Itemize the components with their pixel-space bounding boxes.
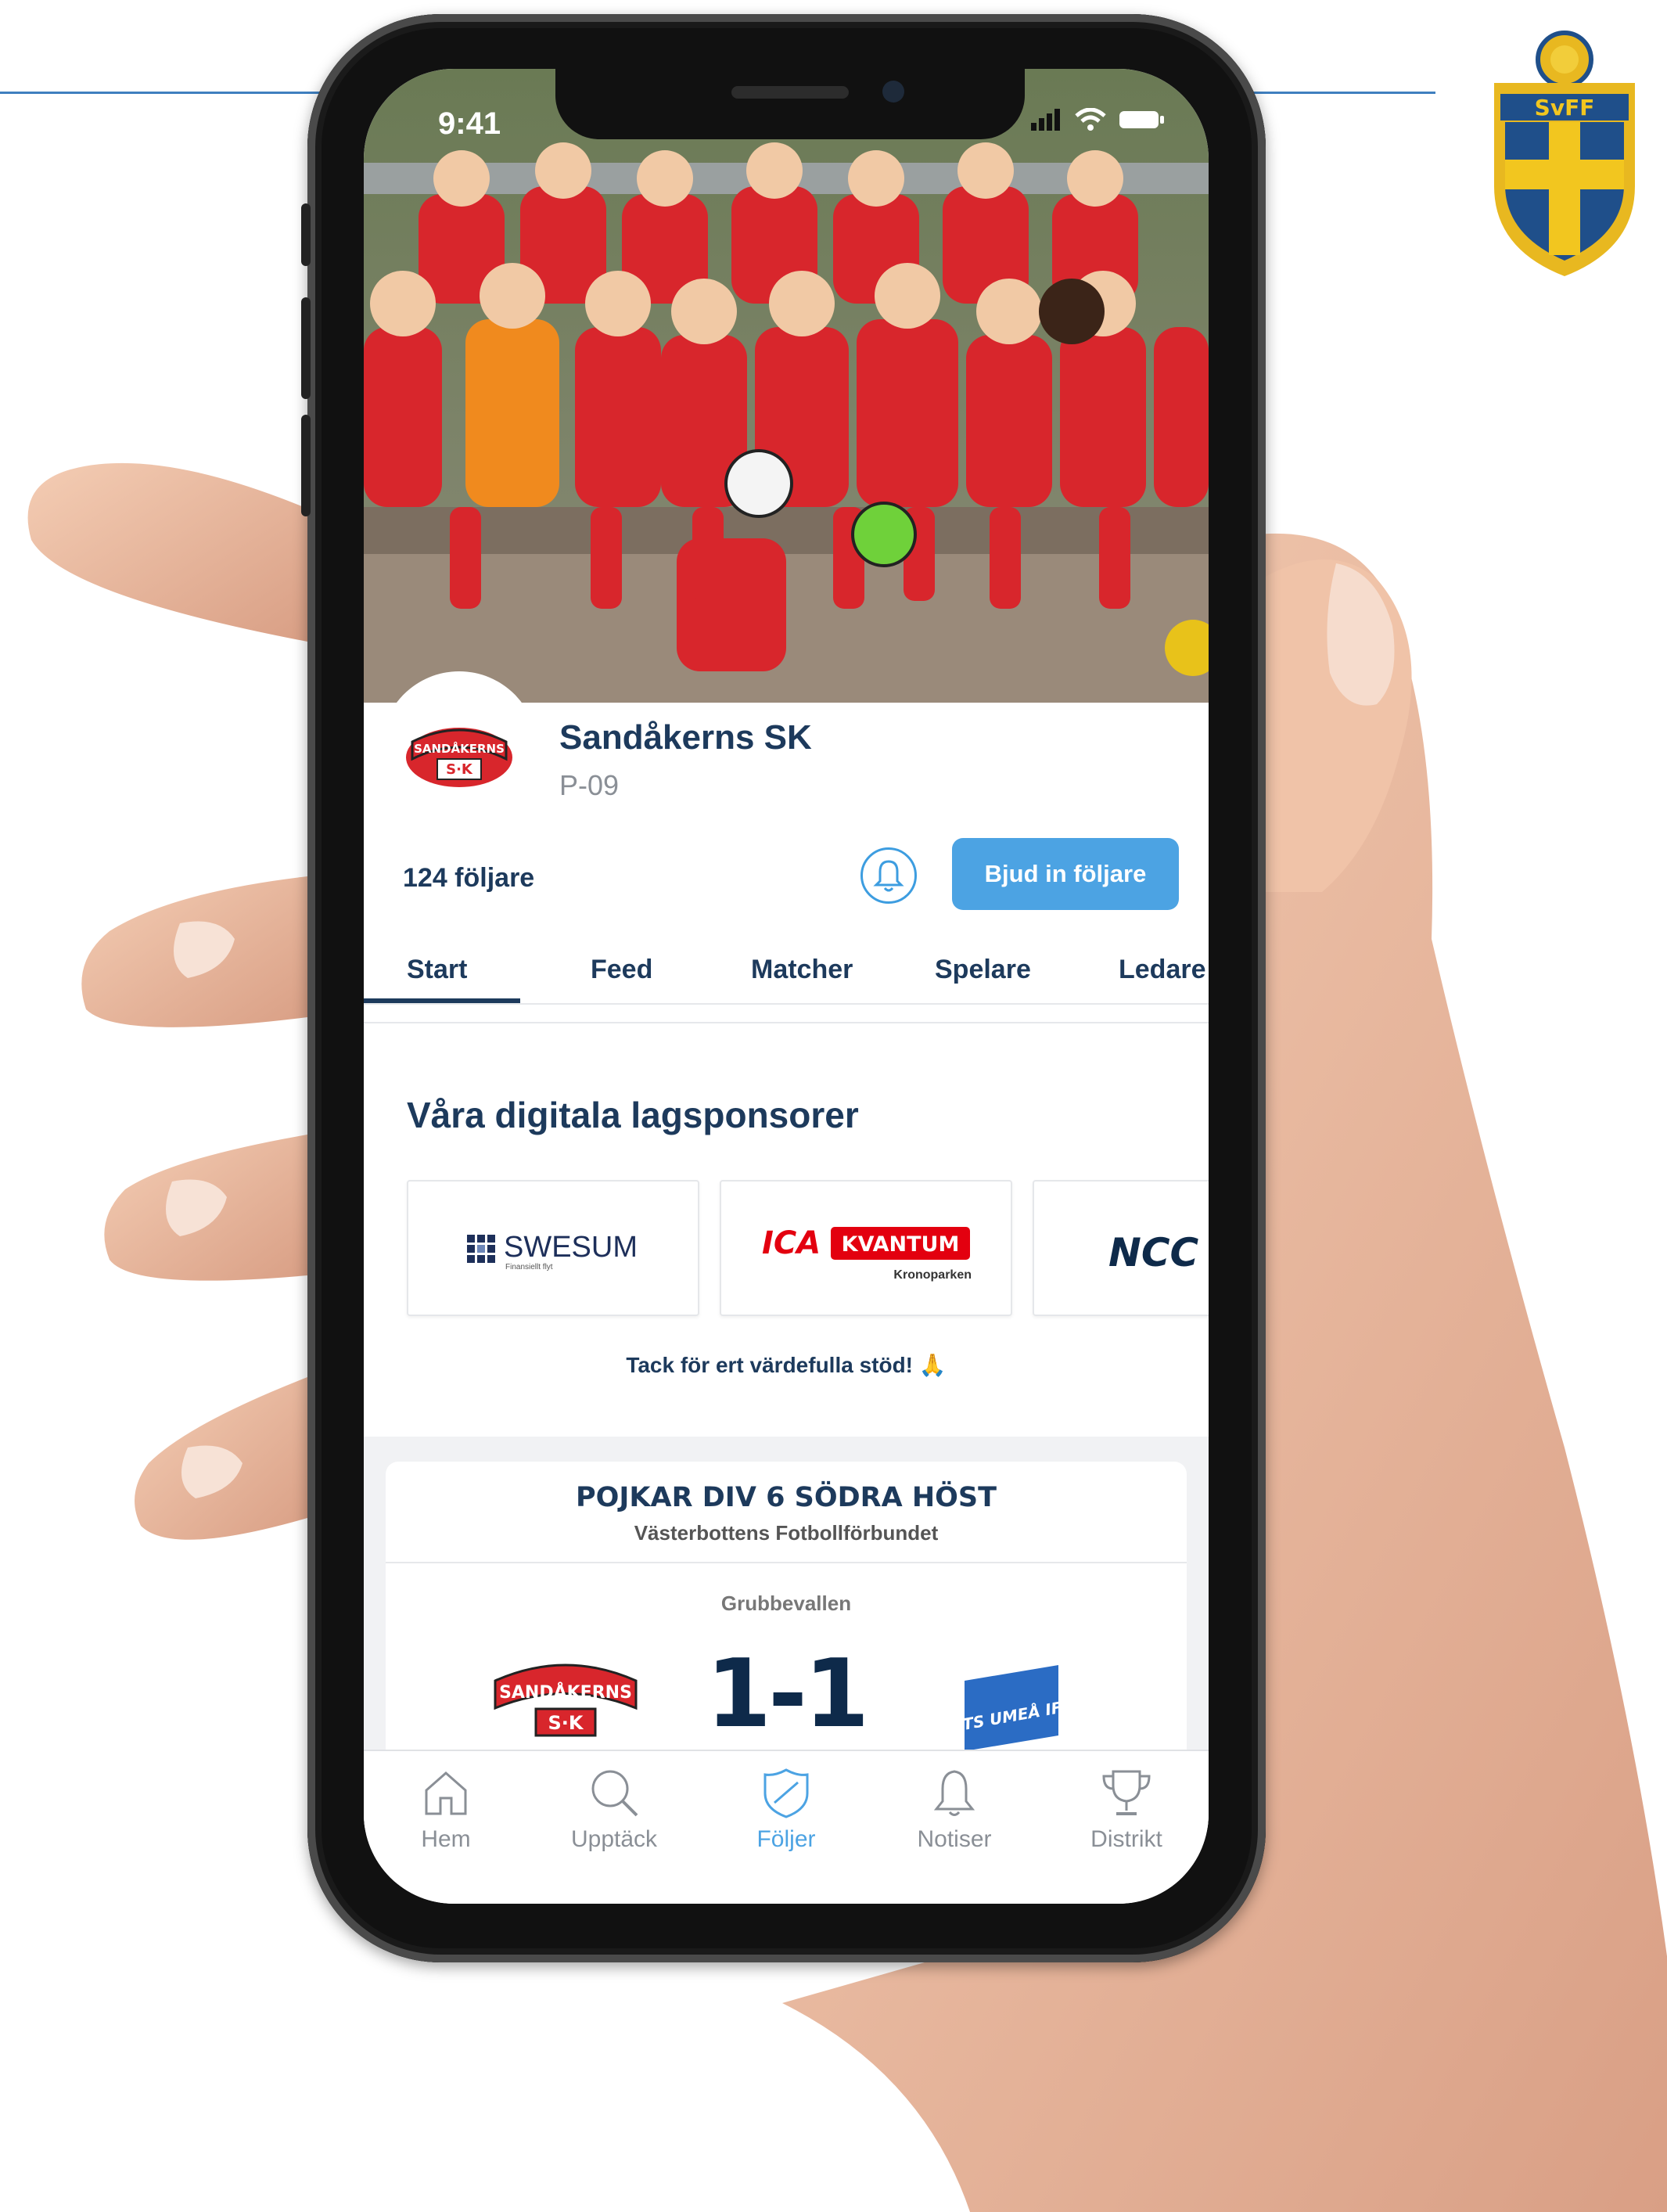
club-avatar: SANDÅKERNS S·K (381, 671, 537, 828)
nav-hem[interactable]: Hem (379, 1765, 512, 1853)
sponsor-tagline: Kronoparken (893, 1268, 972, 1282)
divider (386, 1562, 1187, 1563)
team-name: P-09 (559, 769, 620, 801)
sponsor-card-swesum[interactable]: SWESUM Finansiellt flyt (407, 1180, 699, 1316)
nav-label: Notiser (917, 1826, 992, 1852)
status-icons (1031, 108, 1166, 131)
divider (364, 1022, 1209, 1023)
wifi-icon (1075, 108, 1106, 131)
sponsors-title: Våra digitala lagsponsorer (407, 1095, 859, 1135)
sponsor-card-ncc[interactable]: NCC (1033, 1180, 1209, 1316)
sponsor-card-ica[interactable]: ICA KVANTUM Kronoparken (720, 1180, 1012, 1316)
nav-distrikt[interactable]: Distrikt (1060, 1765, 1193, 1853)
away-team-logo: TS UMEÅ IF (961, 1665, 1063, 1751)
tab-feed[interactable]: Feed (591, 955, 652, 985)
phone-side-button (301, 297, 311, 399)
bell-icon (873, 860, 904, 892)
club-logo: SANDÅKERNS S·K (406, 728, 512, 787)
search-icon (591, 1770, 638, 1817)
swesum-logo: SWESUM Finansiellt flyt (467, 1231, 638, 1271)
nav-label: Distrikt (1090, 1826, 1162, 1852)
tab-bar: Start Feed Matcher Spelare Ledare (364, 937, 1209, 1005)
nav-label: Följer (756, 1826, 816, 1852)
association-name: Västerbottens Fotbollförbundet (634, 1521, 939, 1545)
shield-icon (763, 1768, 809, 1818)
home-logo-text: SANDÅKERNS (499, 1682, 632, 1703)
speaker (731, 86, 849, 99)
camera (882, 81, 904, 103)
status-time: 9:41 (438, 106, 501, 141)
notify-bell-button[interactable] (860, 847, 917, 904)
ica-kvantum-logo: ICA KVANTUM Kronoparken (762, 1225, 972, 1282)
nav-notiser[interactable]: Notiser (888, 1765, 1021, 1853)
nav-upptack[interactable]: Upptäck (548, 1765, 681, 1853)
active-tab-indicator (364, 998, 520, 1003)
tab-ledare[interactable]: Ledare (1119, 955, 1206, 985)
signal-icon (1031, 109, 1060, 131)
bell-icon (933, 1770, 975, 1816)
home-team-logo: SANDÅKERNS S·K (494, 1663, 638, 1737)
phone-side-button (301, 415, 311, 516)
ncc-logo: NCC (1108, 1230, 1199, 1275)
phone-notch (555, 69, 1025, 139)
thanks-text: Tack för ert värdefulla stöd! 🙏 (626, 1353, 947, 1377)
club-logo-subtext: S·K (446, 761, 473, 778)
nav-foljer[interactable]: Följer (720, 1765, 853, 1853)
invite-followers-button[interactable]: Bjud in följare (952, 838, 1179, 910)
venue-name: Grubbevallen (720, 1592, 852, 1615)
home-logo-subtext: S·K (548, 1712, 584, 1734)
followers-count[interactable]: 124 följare (403, 863, 534, 894)
sponsor-tagline: Finansiellt flyt (505, 1263, 553, 1271)
battery-icon (1119, 111, 1164, 128)
nav-label: Upptäck (570, 1826, 658, 1852)
league-name: POJKAR DIV 6 SÖDRA HÖST (575, 1482, 997, 1513)
home-icon (425, 1771, 467, 1815)
sponsor-name: NCC (1108, 1230, 1199, 1275)
nav-label: Hem (421, 1826, 471, 1852)
trophy-icon (1102, 1770, 1151, 1815)
tab-spelare[interactable]: Spelare (935, 955, 1031, 985)
team-cover-photo (364, 69, 1209, 703)
tab-start[interactable]: Start (407, 955, 467, 985)
bottom-nav: Hem Upptäck Följer Notiser Distrikt (364, 1750, 1209, 1904)
sponsor-name-part: KVANTUM (842, 1232, 960, 1257)
tab-matcher[interactable]: Matcher (751, 955, 853, 985)
phone-side-button (301, 203, 311, 266)
app-screen: 9:41 SANDÅKERNS S·K Sandåkerns SK P-09 1… (364, 69, 1209, 1904)
club-logo-text: SANDÅKERNS (414, 741, 505, 756)
sponsor-name: SWESUM (504, 1231, 638, 1264)
club-name: Sandåkerns SK (559, 718, 812, 757)
sponsor-name: ICA (762, 1225, 821, 1261)
